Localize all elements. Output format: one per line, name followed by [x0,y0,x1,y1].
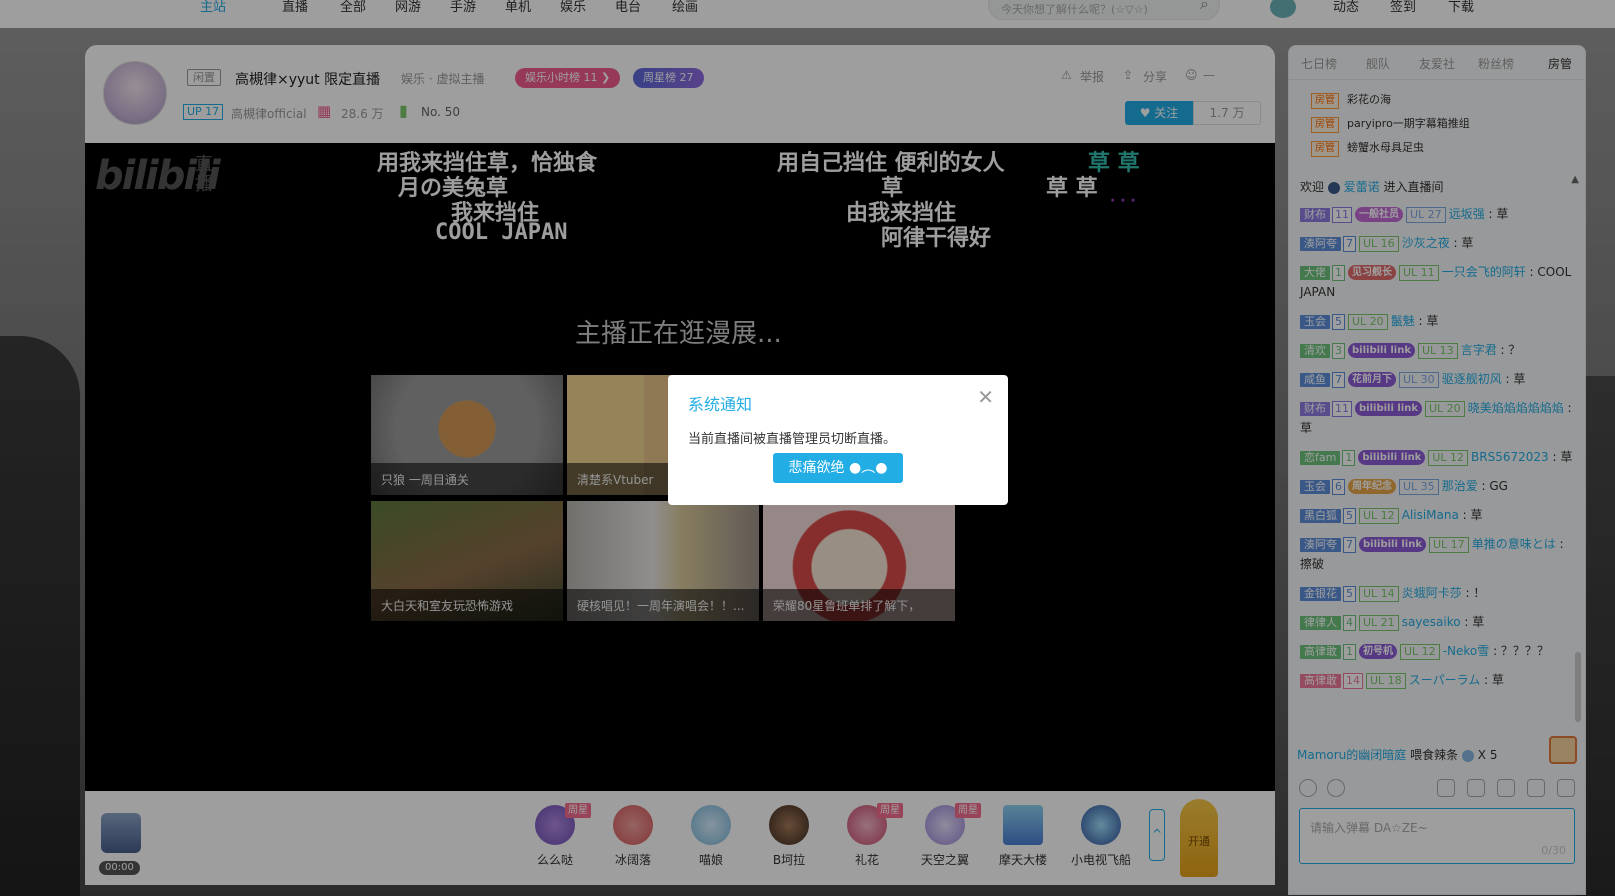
confirm-button[interactable]: 悲痛欲绝 ●︵● [773,453,903,483]
system-notice-dialog: 系统通知 ✕ 当前直播间被直播管理员切断直播。 悲痛欲绝 ●︵● [668,375,1008,505]
dialog-message: 当前直播间被直播管理员切断直播。 [688,432,897,447]
close-icon[interactable]: ✕ [977,385,994,409]
dialog-title: 系统通知 [688,395,753,414]
